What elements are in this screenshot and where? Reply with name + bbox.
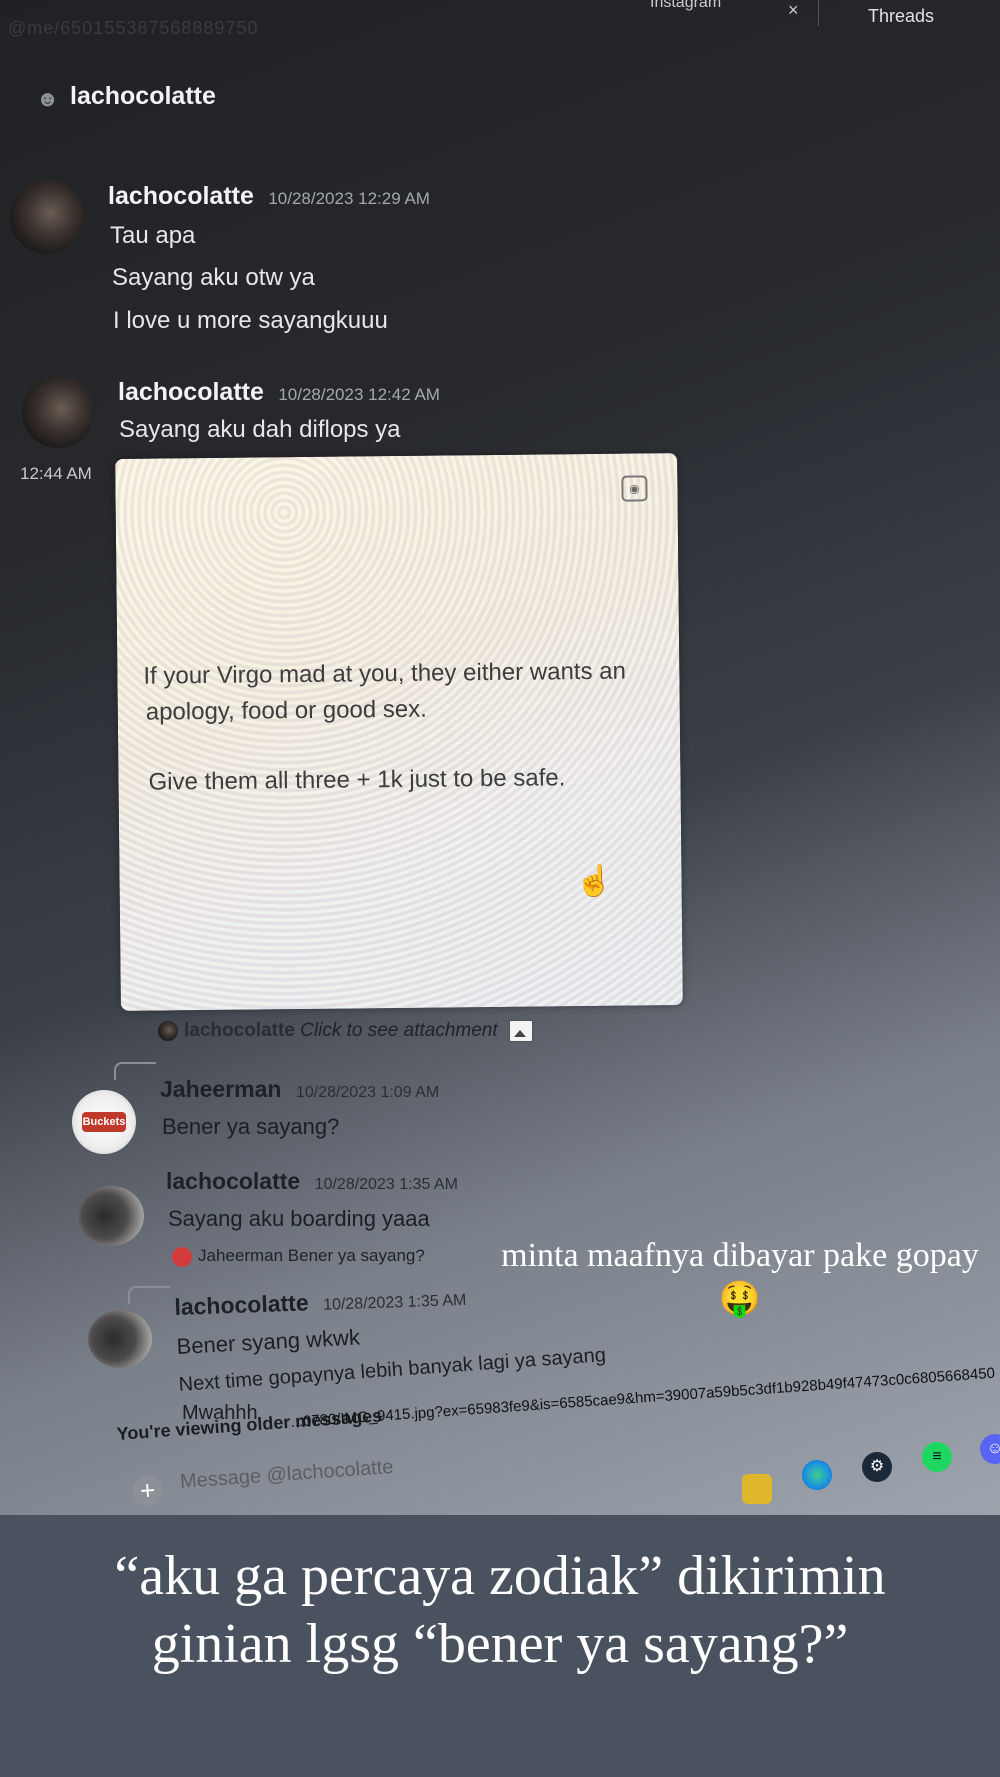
avatar-label: Buckets [82, 1112, 126, 1132]
tab-threads[interactable]: Threads [868, 6, 934, 27]
reply-text: Click to see attachment [300, 1020, 498, 1042]
avatar[interactable] [78, 1186, 144, 1246]
message-text: Sayang aku dah diflops ya [119, 416, 401, 443]
message-input[interactable] [177, 1444, 543, 1495]
message-header: lachocolatte 10/28/2023 12:42 AM [118, 378, 440, 407]
add-icon[interactable]: + [131, 1475, 164, 1508]
avatar [172, 1246, 192, 1267]
attachment-text: apology, food or good sex. [145, 695, 427, 726]
attachment-text: If your Virgo mad at you, they either wa… [143, 657, 627, 690]
image-attachment[interactable]: ◉ If your Virgo mad at you, they either … [115, 453, 683, 1011]
tab-instagram[interactable]: Instagram [650, 0, 721, 12]
avatar[interactable] [22, 376, 94, 448]
message-author[interactable]: Jaheerman [160, 1076, 281, 1102]
reply-text: Bener ya sayang? [287, 1246, 425, 1265]
reply-preview[interactable]: lachocolatte Click to see attachment [158, 1020, 533, 1042]
message-header: Jaheerman 10/28/2023 1:09 AM [160, 1076, 439, 1103]
message-author[interactable]: lachocolatte [108, 182, 254, 210]
message-text: Bener ya sayang? [162, 1114, 340, 1139]
reply-connector [114, 1062, 156, 1080]
avatar[interactable] [10, 180, 84, 254]
monitor-photo: @me/650155387568889750 Instagram × Threa… [0, 0, 1000, 1515]
message-text: I love u more sayangkuuu [113, 307, 388, 334]
avatar[interactable]: Buckets [72, 1090, 136, 1154]
tab-divider [818, 0, 819, 26]
message-timestamp: 10/28/2023 1:35 AM [322, 1291, 467, 1314]
message-timestamp: 10/28/2023 12:42 AM [278, 385, 440, 404]
message-side-timestamp: 12:44 AM [20, 464, 92, 483]
edge-icon[interactable] [802, 1460, 832, 1490]
message-timestamp: 10/28/2023 12:29 AM [268, 189, 430, 208]
message-timestamp: 10/28/2023 1:35 AM [314, 1176, 458, 1193]
spotify-icon[interactable]: ≡ [922, 1442, 952, 1472]
message-text: Tau apa [110, 222, 196, 249]
tab-close-button[interactable]: × [788, 0, 799, 21]
reply-author: Jaheerman [198, 1246, 284, 1265]
file-explorer-icon[interactable] [742, 1474, 772, 1504]
hand-cursor-icon: ☝ [575, 864, 614, 899]
message-text: Sayang aku otw ya [112, 264, 315, 291]
message-timestamp: 10/28/2023 1:09 AM [295, 1084, 440, 1101]
story-caption: “aku ga percaya zodiak” dikirimin ginian… [114, 1545, 886, 1675]
message-header: lachocolatte 10/28/2023 12:29 AM [108, 182, 430, 211]
avatar[interactable] [88, 1310, 152, 1368]
scan-icon[interactable]: ◉ [621, 475, 648, 502]
image-icon [508, 1020, 533, 1042]
message-author[interactable]: lachocolatte [174, 1289, 309, 1320]
user-icon: ☻ [36, 86, 60, 111]
browser-tab-bar: @me/650155387568889750 Instagram × Threa… [0, 0, 1000, 44]
steam-icon[interactable]: ⚙ [862, 1452, 892, 1482]
attachment-text: Give them all three + 1k just to be safe… [148, 764, 566, 796]
discord-icon[interactable]: ☺ [980, 1434, 1000, 1464]
message-header: lachocolatte 10/28/2023 1:35 AM [174, 1284, 467, 1321]
message-header: lachocolatte 10/28/2023 1:35 AM [166, 1168, 458, 1195]
message-author[interactable]: lachocolatte [166, 1168, 300, 1194]
avatar [158, 1021, 178, 1041]
message-text: Sayang aku boarding yaaa [168, 1206, 430, 1231]
story-overlay-text: minta maafnya dibayar pake gopay🤑 [501, 1237, 979, 1319]
reply-preview[interactable]: Jaheerman Bener ya sayang? [172, 1246, 425, 1267]
reply-connector [128, 1286, 170, 1304]
reply-author: lachocolatte [184, 1020, 295, 1042]
url-bar-text: @me/650155387568889750 [8, 18, 259, 38]
message-author[interactable]: lachocolatte [118, 378, 264, 406]
message-text: Bener syang wkwk [176, 1324, 361, 1359]
dm-channel-name[interactable]: lachocolatte [70, 82, 216, 111]
